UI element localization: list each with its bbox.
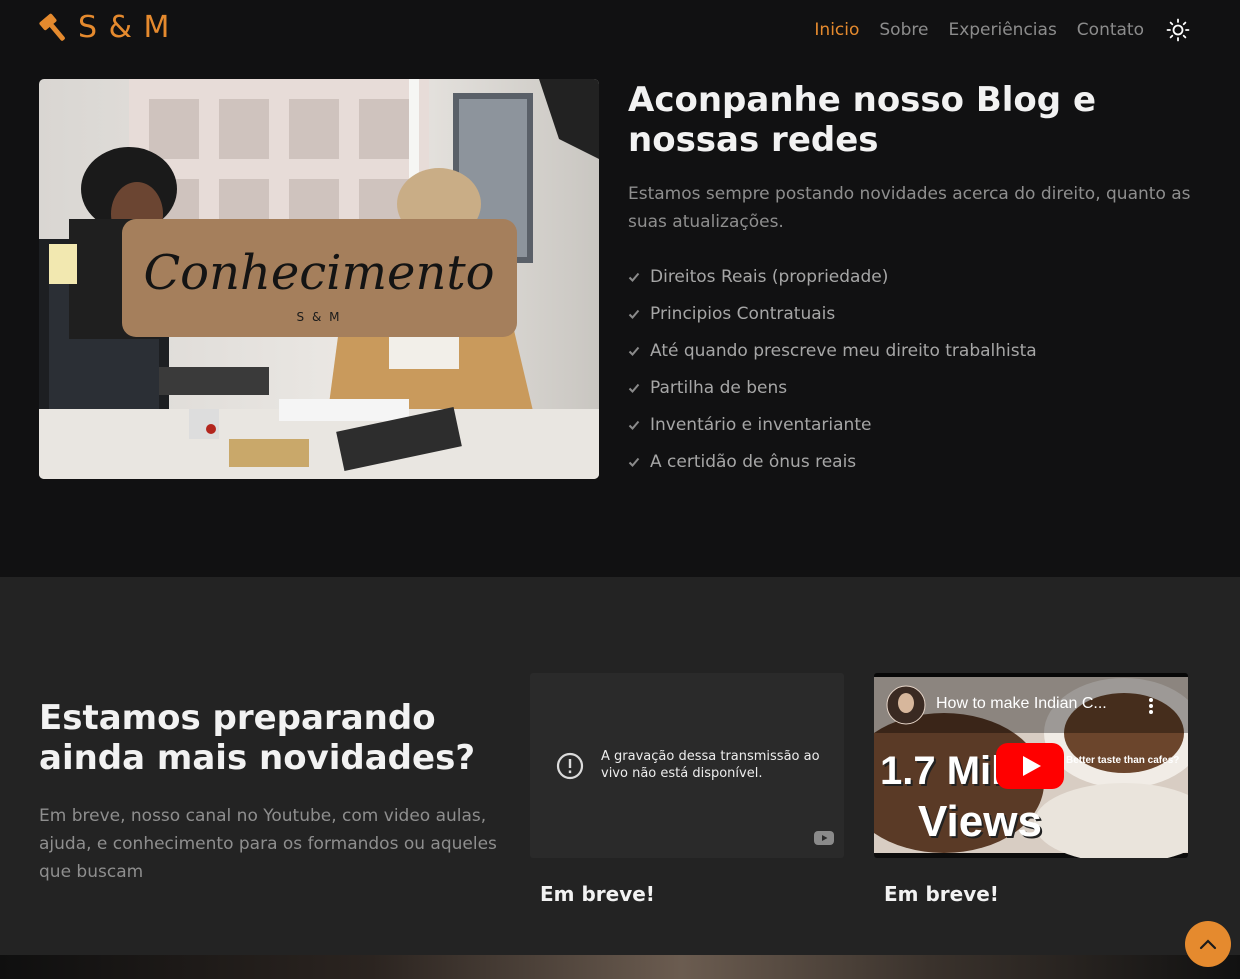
card-script-text: Conhecimento (143, 245, 494, 301)
more-vertical-icon[interactable] (1148, 697, 1154, 715)
topic-label: Principios Contratuais (650, 303, 836, 324)
office-photo: Conhecimento S & M (39, 79, 599, 479)
video-caption: Em breve! (884, 882, 999, 906)
main-menu: Inicio Sobre Experiências Contato (794, 18, 1190, 42)
check-icon (628, 272, 640, 282)
next-section-image-strip (0, 955, 1240, 979)
nav-link-contato[interactable]: Contato (1077, 20, 1144, 40)
blog-topic-list: Direitos Reais (propriedade) Principios … (628, 258, 1037, 480)
thumbnail-side-text: Better taste than cafes? (1066, 755, 1180, 766)
top-navbar: S & M Inicio Sobre Experiências Contato (0, 0, 1240, 60)
blog-hero-image: Conhecimento S & M (39, 79, 599, 479)
video-embed-player[interactable]: How to make Indian C... 1.7 Milli Views … (874, 673, 1188, 858)
check-icon (628, 309, 640, 319)
video-embed-unavailable[interactable]: A gravação dessa transmissão ao vivo não… (530, 673, 844, 858)
chevron-up-icon (1199, 939, 1217, 950)
thumbnail-views-text: Views (918, 797, 1042, 846)
list-item: Direitos Reais (propriedade) (628, 258, 1037, 295)
sun-icon (1166, 18, 1190, 42)
blog-title: Aconpanhe nosso Blog e nossas redes (628, 80, 1097, 160)
alert-circle-icon (556, 752, 584, 780)
check-icon (628, 346, 640, 356)
news-title: Estamos preparando ainda mais novidades? (39, 698, 476, 778)
check-icon (628, 383, 640, 393)
nav-link-inicio[interactable]: Inicio (814, 20, 859, 40)
nav-link-sobre[interactable]: Sobre (879, 20, 928, 40)
list-item: Partilha de bens (628, 369, 1037, 406)
youtube-logo-icon[interactable] (814, 831, 834, 845)
logo[interactable]: S & M (38, 10, 170, 45)
youtube-play-button-icon[interactable] (996, 743, 1064, 789)
nav-link-experiencias[interactable]: Experiências (948, 20, 1056, 40)
topic-label: Inventário e inventariante (650, 414, 872, 435)
list-item: Principios Contratuais (628, 295, 1037, 332)
check-icon (628, 457, 640, 467)
video-unavailable-message: A gravação dessa transmissão ao vivo não… (601, 749, 820, 781)
news-description: Em breve, nosso canal no Youtube, com vi… (39, 806, 497, 882)
gavel-icon (39, 13, 65, 41)
list-item: A certidão de ônus reais (628, 443, 1037, 480)
blog-description: Estamos sempre postando novidades acerca… (628, 184, 1191, 232)
topic-label: Partilha de bens (650, 377, 788, 398)
video-title[interactable]: How to make Indian C... (936, 695, 1136, 713)
video-caption: Em breve! (540, 882, 655, 906)
list-item: Inventário e inventariante (628, 406, 1037, 443)
theme-toggle-button[interactable] (1166, 18, 1190, 42)
topic-label: Até quando prescreve meu direito trabalh… (650, 340, 1037, 361)
list-item: Até quando prescreve meu direito trabalh… (628, 332, 1037, 369)
check-icon (628, 420, 640, 430)
scroll-to-top-button[interactable] (1185, 921, 1231, 967)
topic-label: A certidão de ônus reais (650, 451, 857, 472)
card-brand-text: S & M (297, 310, 342, 324)
topic-label: Direitos Reais (propriedade) (650, 266, 889, 287)
logo-text: S & M (78, 10, 171, 45)
